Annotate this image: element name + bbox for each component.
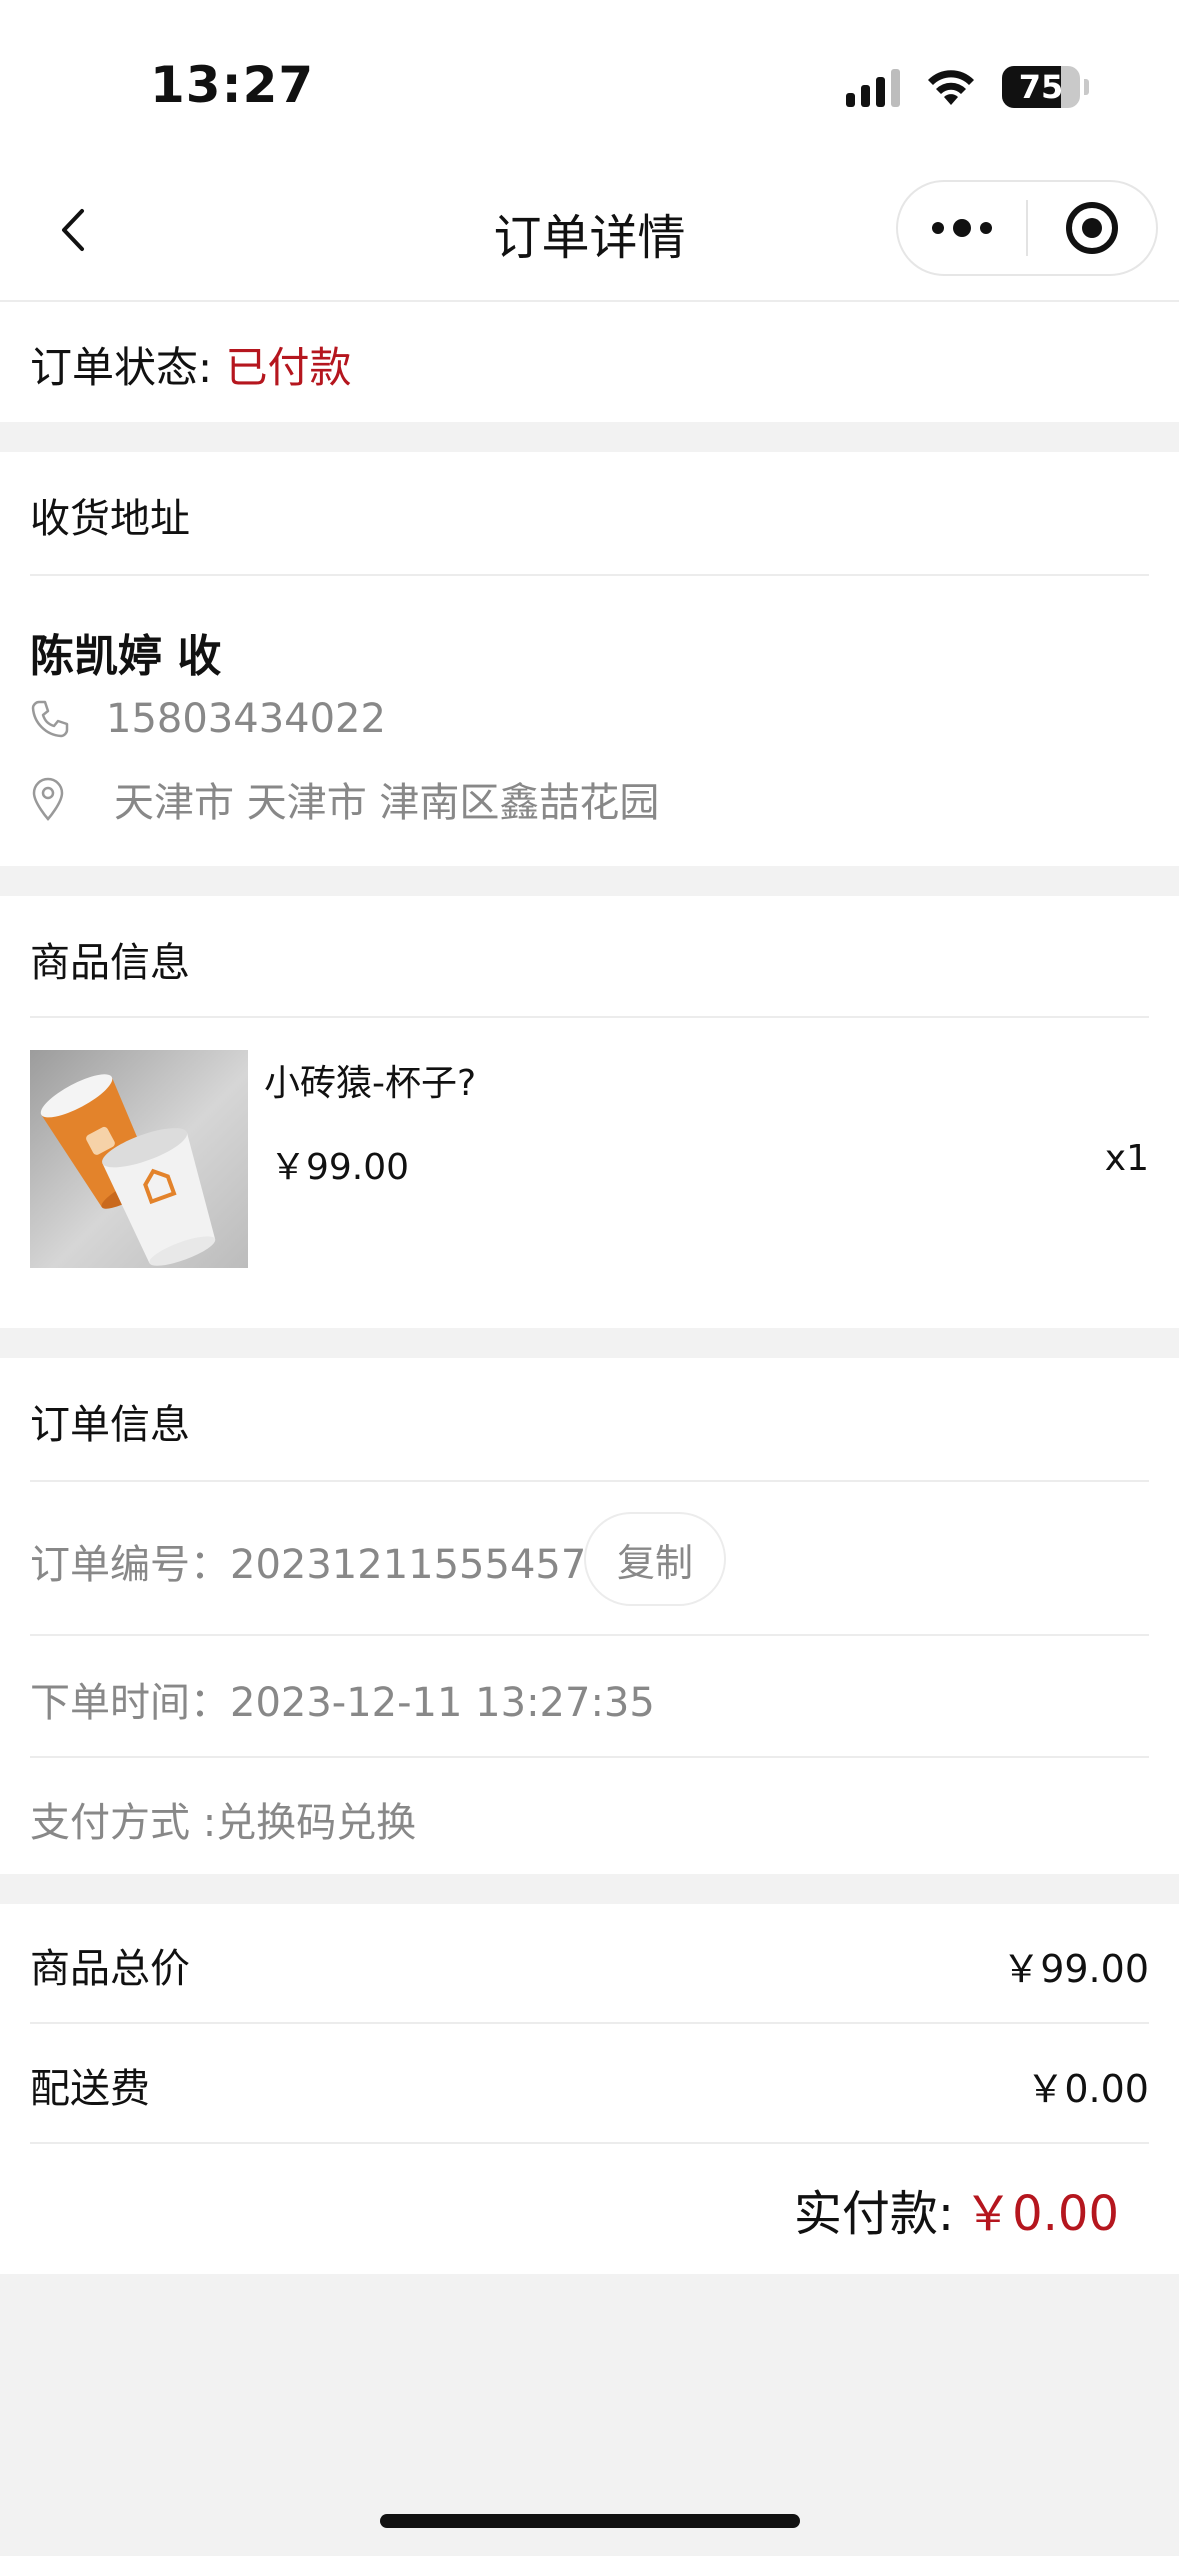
- divider: [30, 1756, 1149, 1758]
- goods-section: 商品信息 小砖猿-杯子? ￥99.00 x1: [0, 896, 1179, 1328]
- product-name[interactable]: 小砖猿-杯子?: [264, 1054, 476, 1106]
- copy-order-number-button[interactable]: 复制: [584, 1512, 726, 1606]
- paid-value: ￥0.00: [964, 2186, 1119, 2242]
- close-miniprogram-button[interactable]: [1028, 182, 1156, 274]
- phone-row: 15803434022: [30, 696, 386, 742]
- location-pin-icon: [32, 777, 64, 821]
- product-quantity: x1: [1104, 1138, 1149, 1179]
- phone-icon: [31, 700, 69, 738]
- goods-total-label: 商品总价: [30, 1946, 190, 1992]
- order-detail-page: 13:27 75 订单详情 订单状态: 已付款 收货地址 陈凯婷 收 15803…: [0, 0, 1179, 2556]
- goods-total-value: ￥99.00: [1002, 1947, 1149, 1991]
- status-icons: 75: [846, 62, 1089, 112]
- divider: [30, 2022, 1149, 2024]
- divider: [30, 574, 1149, 576]
- address-title: 收货地址: [30, 496, 190, 542]
- miniprogram-capsule: [896, 180, 1158, 276]
- location-row: 天津市 天津市 津南区鑫喆花园: [30, 770, 659, 828]
- wifi-icon: [926, 67, 976, 107]
- battery-icon: 75: [1002, 66, 1080, 108]
- more-dots-icon: [932, 219, 992, 237]
- product-price: ￥99.00: [270, 1147, 410, 1188]
- order-status-label: 订单状态:: [30, 343, 226, 392]
- paid-amount-line: 实付款: ￥0.00: [794, 2174, 1119, 2244]
- battery-percent: 75: [1018, 68, 1064, 106]
- totals-section: 商品总价 ￥99.00 配送费 ￥0.00 实付款: ￥0.00: [0, 1904, 1179, 2274]
- payment-method: 支付方式 :兑换码兑换: [30, 1800, 417, 1846]
- order-number: 订单编号：2023121155545750: [30, 1542, 638, 1588]
- recipient-address: 天津市 天津市 津南区鑫喆花园: [114, 780, 660, 826]
- cup-product-photo: [40, 1074, 216, 1266]
- order-info-section: 订单信息 订单编号：2023121155545750 复制 下单时间：2023-…: [0, 1358, 1179, 1874]
- order-time: 下单时间：2023-12-11 13:27:35: [30, 1680, 655, 1726]
- top-bar: 13:27 75 订单详情: [0, 0, 1179, 300]
- divider: [30, 2142, 1149, 2144]
- goods-title: 商品信息: [30, 940, 190, 986]
- product-image[interactable]: [30, 1050, 248, 1268]
- status-time: 13:27: [150, 56, 315, 114]
- order-status-value: 已付款: [225, 343, 352, 392]
- divider: [30, 1480, 1149, 1482]
- battery-tip: [1084, 79, 1089, 95]
- target-close-icon: [1065, 202, 1118, 254]
- paid-label: 实付款:: [793, 2186, 955, 2242]
- address-section: 收货地址 陈凯婷 收 15803434022 天津市 天津市 津南区鑫喆花园: [0, 452, 1179, 866]
- order-info-title: 订单信息: [30, 1402, 190, 1448]
- shipping-label: 配送费: [30, 2066, 150, 2112]
- order-status-line: 订单状态: 已付款: [30, 334, 352, 395]
- cellular-signal-icon: [846, 67, 900, 107]
- recipient-phone: 15803434022: [106, 696, 386, 742]
- divider: [30, 1016, 1149, 1018]
- recipient-name: 陈凯婷 收: [30, 631, 222, 682]
- order-status-section: 订单状态: 已付款: [0, 302, 1179, 422]
- shipping-value: ￥0.00: [1026, 2067, 1149, 2111]
- home-indicator[interactable]: [380, 2514, 800, 2528]
- divider: [30, 1634, 1149, 1636]
- more-button[interactable]: [898, 182, 1026, 274]
